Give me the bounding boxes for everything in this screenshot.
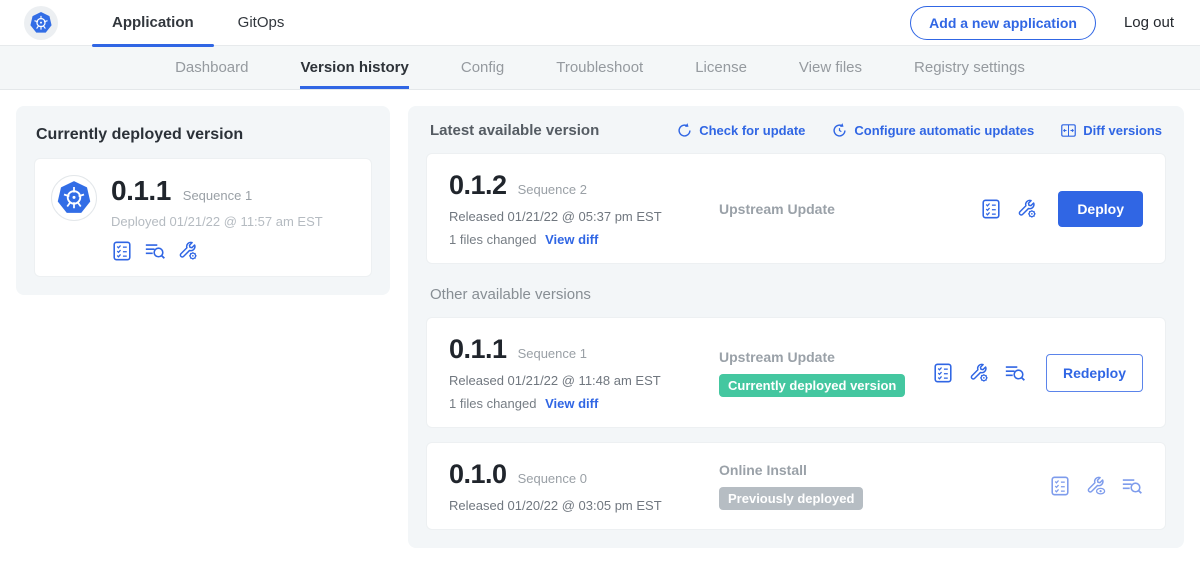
files-changed-label: 1 files changed (449, 396, 536, 411)
deploy-logs-icon[interactable] (1004, 362, 1026, 384)
currently-deployed-panel: Currently deployed version 0.1.1 Sequenc… (16, 106, 390, 295)
preflight-checklist-icon[interactable] (932, 362, 954, 384)
version-source: Upstream Update (701, 201, 980, 217)
version-source: Upstream Update Currently deployed versi… (701, 349, 932, 397)
tab-gitops[interactable]: GitOps (216, 0, 307, 46)
version-card-0-1-1: 0.1.1 Sequence 1 Released 01/21/22 @ 11:… (426, 317, 1166, 428)
view-diff-link[interactable]: View diff (545, 232, 598, 247)
deployed-timestamp: Deployed 01/21/22 @ 11:57 am EST (111, 214, 323, 229)
add-application-button[interactable]: Add a new application (910, 6, 1096, 40)
sequence-label: Sequence 2 (518, 182, 587, 197)
edit-config-icon[interactable] (1016, 198, 1038, 220)
released-timestamp: Released 01/21/22 @ 11:48 am EST (449, 373, 701, 388)
preflight-checklist-icon[interactable] (111, 240, 133, 262)
version-number: 0.1.0 (449, 459, 507, 490)
app-icon (51, 175, 97, 221)
source-label: Upstream Update (719, 201, 980, 217)
app-subnav: Dashboard Version history Config Trouble… (0, 46, 1200, 90)
tab-application-label: Application (112, 14, 194, 31)
version-actions: Check for update Configure automatic upd… (676, 122, 1162, 139)
version-number: 0.1.2 (449, 170, 507, 201)
deployed-sequence-label: Sequence 1 (183, 188, 252, 203)
configure-automatic-updates-link[interactable]: Configure automatic updates (831, 122, 1034, 139)
version-source: Online Install Previously deployed (701, 462, 1049, 510)
currently-deployed-title: Currently deployed version (34, 122, 372, 144)
view-config-icon[interactable] (1085, 475, 1107, 497)
currently-deployed-badge: Currently deployed version (719, 374, 905, 397)
released-timestamp: Released 01/21/22 @ 05:37 pm EST (449, 209, 701, 224)
source-label: Online Install (719, 462, 1049, 478)
deploy-button[interactable]: Deploy (1058, 191, 1143, 227)
released-timestamp: Released 01/20/22 @ 03:05 pm EST (449, 498, 701, 513)
available-versions-panel: Latest available version Check for updat… (408, 106, 1184, 548)
previously-deployed-badge: Previously deployed (719, 487, 863, 510)
preflight-checklist-icon[interactable] (980, 198, 1002, 220)
latest-available-title: Latest available version (430, 122, 599, 139)
subnav-registry-settings[interactable]: Registry settings (914, 46, 1025, 89)
top-bar: Application GitOps Add a new application… (0, 0, 1200, 46)
kubernetes-logo (24, 6, 58, 40)
clock-refresh-icon (831, 122, 848, 139)
deploy-logs-icon[interactable] (144, 240, 166, 262)
view-diff-link[interactable]: View diff (545, 396, 598, 411)
source-label: Upstream Update (719, 349, 932, 365)
other-versions-title: Other available versions (430, 286, 1162, 303)
version-details: 0.1.0 Sequence 0 Released 01/20/22 @ 03:… (449, 459, 701, 513)
logout-button[interactable]: Log out (1124, 14, 1174, 31)
refresh-icon (676, 122, 693, 139)
configure-automatic-updates-label: Configure automatic updates (854, 123, 1034, 138)
subnav-troubleshoot[interactable]: Troubleshoot (556, 46, 643, 89)
subnav-dashboard[interactable]: Dashboard (175, 46, 248, 89)
diff-versions-link[interactable]: Diff versions (1060, 122, 1162, 139)
subnav-config[interactable]: Config (461, 46, 504, 89)
version-card-0-1-0: 0.1.0 Sequence 0 Released 01/20/22 @ 03:… (426, 442, 1166, 530)
files-changed-label: 1 files changed (449, 232, 536, 247)
version-history-page: Currently deployed version 0.1.1 Sequenc… (0, 90, 1200, 564)
edit-config-icon[interactable] (177, 240, 199, 262)
version-card-0-1-2: 0.1.2 Sequence 2 Released 01/21/22 @ 05:… (426, 153, 1166, 264)
redeploy-button[interactable]: Redeploy (1046, 354, 1143, 392)
tab-gitops-label: GitOps (238, 14, 285, 31)
check-for-update-link[interactable]: Check for update (676, 122, 805, 139)
app-tabs: Application GitOps (90, 0, 306, 46)
preflight-checklist-icon[interactable] (1049, 475, 1071, 497)
subnav-version-history[interactable]: Version history (300, 46, 408, 89)
deployed-version-details: 0.1.1 Sequence 1 Deployed 01/21/22 @ 11:… (111, 175, 323, 262)
diff-versions-label: Diff versions (1083, 123, 1162, 138)
tab-application[interactable]: Application (90, 0, 216, 46)
version-number: 0.1.1 (449, 334, 507, 365)
deploy-logs-icon[interactable] (1121, 475, 1143, 497)
sequence-label: Sequence 1 (518, 346, 587, 361)
version-details: 0.1.2 Sequence 2 Released 01/21/22 @ 05:… (449, 170, 701, 247)
diff-icon (1060, 122, 1077, 139)
check-for-update-label: Check for update (699, 123, 805, 138)
sequence-label: Sequence 0 (518, 471, 587, 486)
deployed-version-card: 0.1.1 Sequence 1 Deployed 01/21/22 @ 11:… (34, 158, 372, 277)
deployed-version-number: 0.1.1 (111, 175, 171, 207)
edit-config-icon[interactable] (968, 362, 990, 384)
version-details: 0.1.1 Sequence 1 Released 01/21/22 @ 11:… (449, 334, 701, 411)
subnav-view-files[interactable]: View files (799, 46, 862, 89)
subnav-license[interactable]: License (695, 46, 747, 89)
